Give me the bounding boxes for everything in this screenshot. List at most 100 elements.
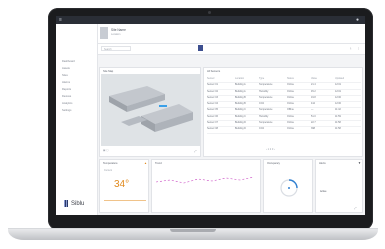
trend-line — [156, 176, 255, 184]
site-name: Site Name — [111, 28, 126, 32]
sidebar-item-sites[interactable]: Sites — [62, 74, 94, 77]
table-header[interactable]: Location — [235, 77, 259, 82]
table-cell: Online — [287, 95, 294, 99]
table-cell: Sensor 07 — [207, 121, 218, 125]
sidebar-item-assets[interactable]: Assets — [62, 67, 94, 70]
table-cell: Online — [287, 114, 294, 118]
table-cell: Sensor 05 — [207, 108, 218, 112]
table-cell: Building B — [235, 95, 246, 99]
gauge-center — [288, 187, 290, 189]
trend-widget: Trend — [151, 159, 261, 213]
sidebar-item-dashboard[interactable]: Dashboard — [62, 60, 94, 63]
table-cell: 11:58 — [335, 127, 341, 131]
sidebar-item-alarms[interactable]: Alarms — [62, 81, 94, 84]
table-cell: Online — [287, 102, 294, 106]
more-icon[interactable]: ⋮ — [357, 46, 360, 50]
map-panel-title: Site Map — [103, 70, 114, 73]
webcam — [208, 11, 211, 14]
highlighted-zone[interactable] — [159, 105, 167, 107]
table-cell: 11:59 — [335, 114, 341, 118]
warning-icon: ▲ — [144, 161, 147, 165]
table-cell: Online — [287, 83, 294, 87]
table-cell: 22.7 — [311, 121, 316, 125]
table-cell: 11:58 — [335, 121, 341, 125]
table-cell: Offline — [287, 108, 294, 112]
table-cell: 19.8 — [311, 95, 316, 99]
table-cell: — — [311, 108, 314, 112]
table-cell: Sensor 06 — [207, 114, 218, 118]
table-cell: 12:01 — [335, 83, 341, 87]
table-cell: Building A — [235, 83, 246, 87]
search-input[interactable]: Search — [101, 46, 131, 51]
table-cell: CO2 — [259, 102, 264, 106]
map-expand-icon[interactable]: ⤢ — [194, 149, 196, 153]
table-cell: Temperature — [259, 121, 273, 125]
table-header[interactable]: Updated — [335, 77, 361, 82]
table-cell: 45.2 — [311, 89, 316, 93]
table-cell: 398 — [311, 127, 315, 131]
map-panel: Site Map ▣ ▢ ⤢ — [99, 67, 201, 157]
table-cell: Sensor 03 — [207, 95, 218, 99]
table-cell: Online — [287, 89, 294, 93]
sensor-table: Sensor Location Type Status Value Update… — [207, 77, 361, 134]
table-cell: Building A — [235, 89, 246, 93]
alerts-value: Active — [320, 190, 327, 193]
table-panel-title: All Sensors — [207, 70, 221, 73]
table-cell: 12:00 — [335, 102, 341, 106]
temperature-label: Current — [104, 169, 112, 172]
site-subtitle: Location — [111, 33, 121, 36]
sidebar-item-analytics[interactable]: Analytics — [62, 102, 94, 105]
table-header[interactable]: Type — [259, 77, 287, 82]
table-cell: CO2 — [259, 127, 264, 131]
expand-icon[interactable]: ⤢ — [354, 206, 356, 210]
table-cell: Building C — [235, 108, 246, 112]
table-cell: 11:42 — [335, 108, 341, 112]
trend-sparkline — [156, 176, 255, 184]
table-cell: Building D — [235, 127, 246, 131]
menu-icon[interactable]: ≡ — [59, 18, 62, 23]
map-drawing — [109, 86, 193, 132]
table-cell: Sensor 04 — [207, 102, 218, 106]
temperature-widget: Temperature ▲ Current 34° — [99, 159, 149, 213]
sidebar-item-devices[interactable]: Devices — [62, 95, 94, 98]
window-titlebar: ≡ ● — [56, 16, 365, 24]
site-map[interactable] — [101, 74, 200, 146]
table-cell: 412 — [311, 102, 315, 106]
toolbar: Search ⤓ ⋮ — [98, 44, 365, 55]
table-cell: Online — [287, 127, 294, 131]
download-icon[interactable]: ⤓ — [350, 46, 351, 50]
table-row[interactable]: Sensor 08 Building D CO2 Online 398 11:58 — [207, 127, 361, 134]
user-icon[interactable]: ● — [356, 18, 359, 23]
screen: ≡ ● Dashboard Assets Sites Alarms Report… — [56, 16, 365, 215]
trend-widget-title: Trend — [155, 162, 162, 165]
pagination[interactable]: ‹ 1 2 3 › — [266, 148, 275, 151]
temperature-widget-title: Temperature — [103, 162, 118, 165]
filter-button[interactable] — [198, 45, 203, 51]
table-cell: 12:00 — [335, 95, 341, 99]
alerts-widget: Alerts ▼ Active ⤢ — [315, 159, 363, 213]
brand-logo: Siblu — [64, 200, 84, 207]
table-cell: Temperature — [259, 83, 273, 87]
table-cell: Sensor 08 — [207, 127, 218, 131]
sidebar-item-settings[interactable]: Settings — [62, 109, 94, 112]
brand-name: Siblu — [71, 200, 85, 207]
page-header: Site Name Location — [98, 24, 365, 44]
site-thumbnail — [100, 27, 108, 39]
map-legend-icon: ▣ ▢ — [103, 149, 109, 152]
table-header[interactable]: Sensor — [207, 77, 235, 82]
table-cell: Temperature — [259, 108, 273, 112]
table-header[interactable]: Status — [287, 77, 311, 82]
laptop-notch — [170, 229, 216, 232]
gauge-fill — [288, 179, 298, 189]
table-cell: Sensor 02 — [207, 89, 218, 93]
brand-mark — [64, 200, 68, 207]
gauge-widget: Occupancy — [263, 159, 313, 213]
sidebar-item-reports[interactable]: Reports — [62, 88, 94, 91]
table-cell: Humidity — [259, 89, 269, 93]
table-cell: 21.4 — [311, 83, 316, 87]
temperature-value: 34° — [114, 179, 130, 190]
sidebar: Dashboard Assets Sites Alarms Reports De… — [56, 24, 98, 215]
table-cell: Building D — [235, 121, 246, 125]
alerts-widget-title: Alerts — [319, 162, 326, 165]
table-header[interactable]: Value — [311, 77, 335, 82]
